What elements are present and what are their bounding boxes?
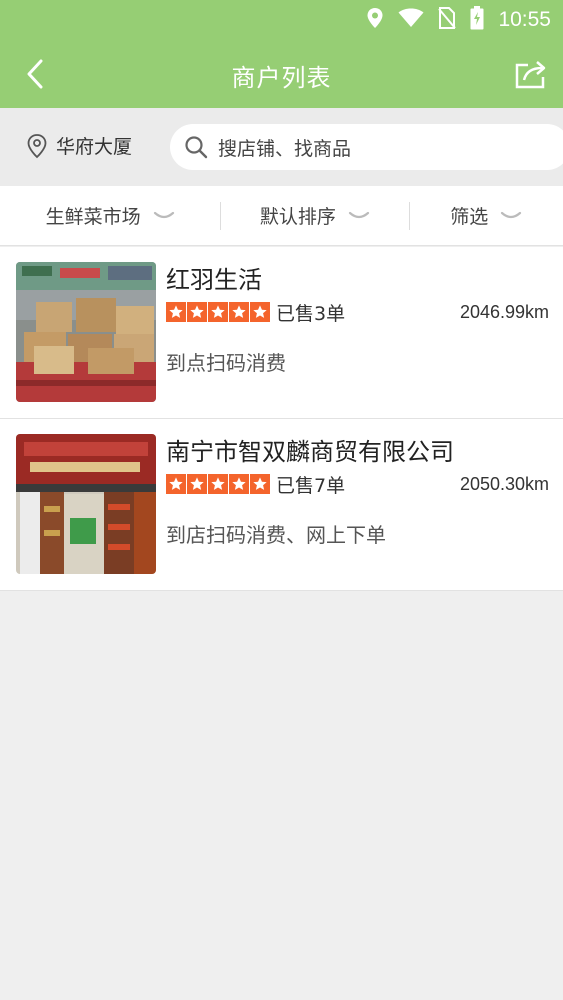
merchant-item[interactable]: 南宁市智双麟商贸有限公司 已售7单 2050.30km 到店扫码消费、网上下单 [0,419,563,591]
search-input[interactable]: 搜店铺、找商品 [170,124,563,170]
chevron-down-icon [153,211,174,218]
filter-category[interactable]: 生鲜菜市场 [0,186,220,245]
location-status-icon [366,7,384,33]
distance: 2050.30km [459,473,549,494]
distance: 2046.99km [459,301,549,322]
location-selector[interactable]: 华府大厦 [26,132,132,159]
filter-sort-label: 默认排序 [259,206,336,228]
star-icon [166,302,186,322]
wifi-icon [398,8,424,32]
star-rating [166,302,270,322]
star-icon [229,302,249,322]
merchant-item[interactable]: 红羽生活 已售3单 2046.99km 到点扫码消费 [0,247,563,419]
filter-screen[interactable]: 筛选 [410,186,563,245]
star-icon [187,302,207,322]
star-icon [208,474,228,494]
star-icon [166,474,186,494]
search-row: 华府大厦 搜店铺、找商品 [0,108,563,186]
star-rating [166,474,270,494]
sold-count: 已售7单 [276,474,346,497]
sold-count: 已售3单 [276,302,346,325]
page-title: 商户列表 [231,64,332,92]
rating-row: 已售7单 2050.30km [166,471,549,497]
merchant-services: 到点扫码消费 [166,351,286,375]
share-button[interactable] [513,56,549,92]
merchant-photo [16,434,156,574]
no-sim-icon [438,7,457,33]
merchant-name: 红羽生活 [166,266,262,294]
merchant-list: 红羽生活 已售3单 2046.99km 到点扫码消费 南宁市智双麟商贸有限公司 … [0,247,563,591]
search-icon [185,136,208,159]
rating-row: 已售3单 2046.99km [166,299,549,325]
filter-bar: 生鲜菜市场 默认排序 筛选 [0,186,563,246]
filter-sort[interactable]: 默认排序 [221,186,408,245]
share-icon [515,61,546,89]
status-time: 10:55 [498,8,551,31]
filter-category-label: 生鲜菜市场 [45,206,141,228]
status-icons: 10:55 [366,6,551,34]
star-icon [229,474,249,494]
merchant-services: 到店扫码消费、网上下单 [166,523,386,547]
search-placeholder: 搜店铺、找商品 [218,137,352,160]
merchant-name: 南宁市智双麟商贸有限公司 [166,438,454,466]
location-label: 华府大厦 [56,136,133,158]
star-icon [250,302,270,322]
star-icon [187,474,207,494]
chevron-down-icon [348,211,369,218]
star-icon [208,302,228,322]
star-icon [250,474,270,494]
filter-screen-label: 筛选 [450,206,489,228]
chevron-down-icon [501,211,522,218]
location-pin-icon [27,133,47,158]
app-bar: 商户列表 [0,40,563,108]
battery-charging-icon [470,6,484,34]
status-bar: 10:55 [0,0,563,40]
merchant-photo [16,262,156,402]
